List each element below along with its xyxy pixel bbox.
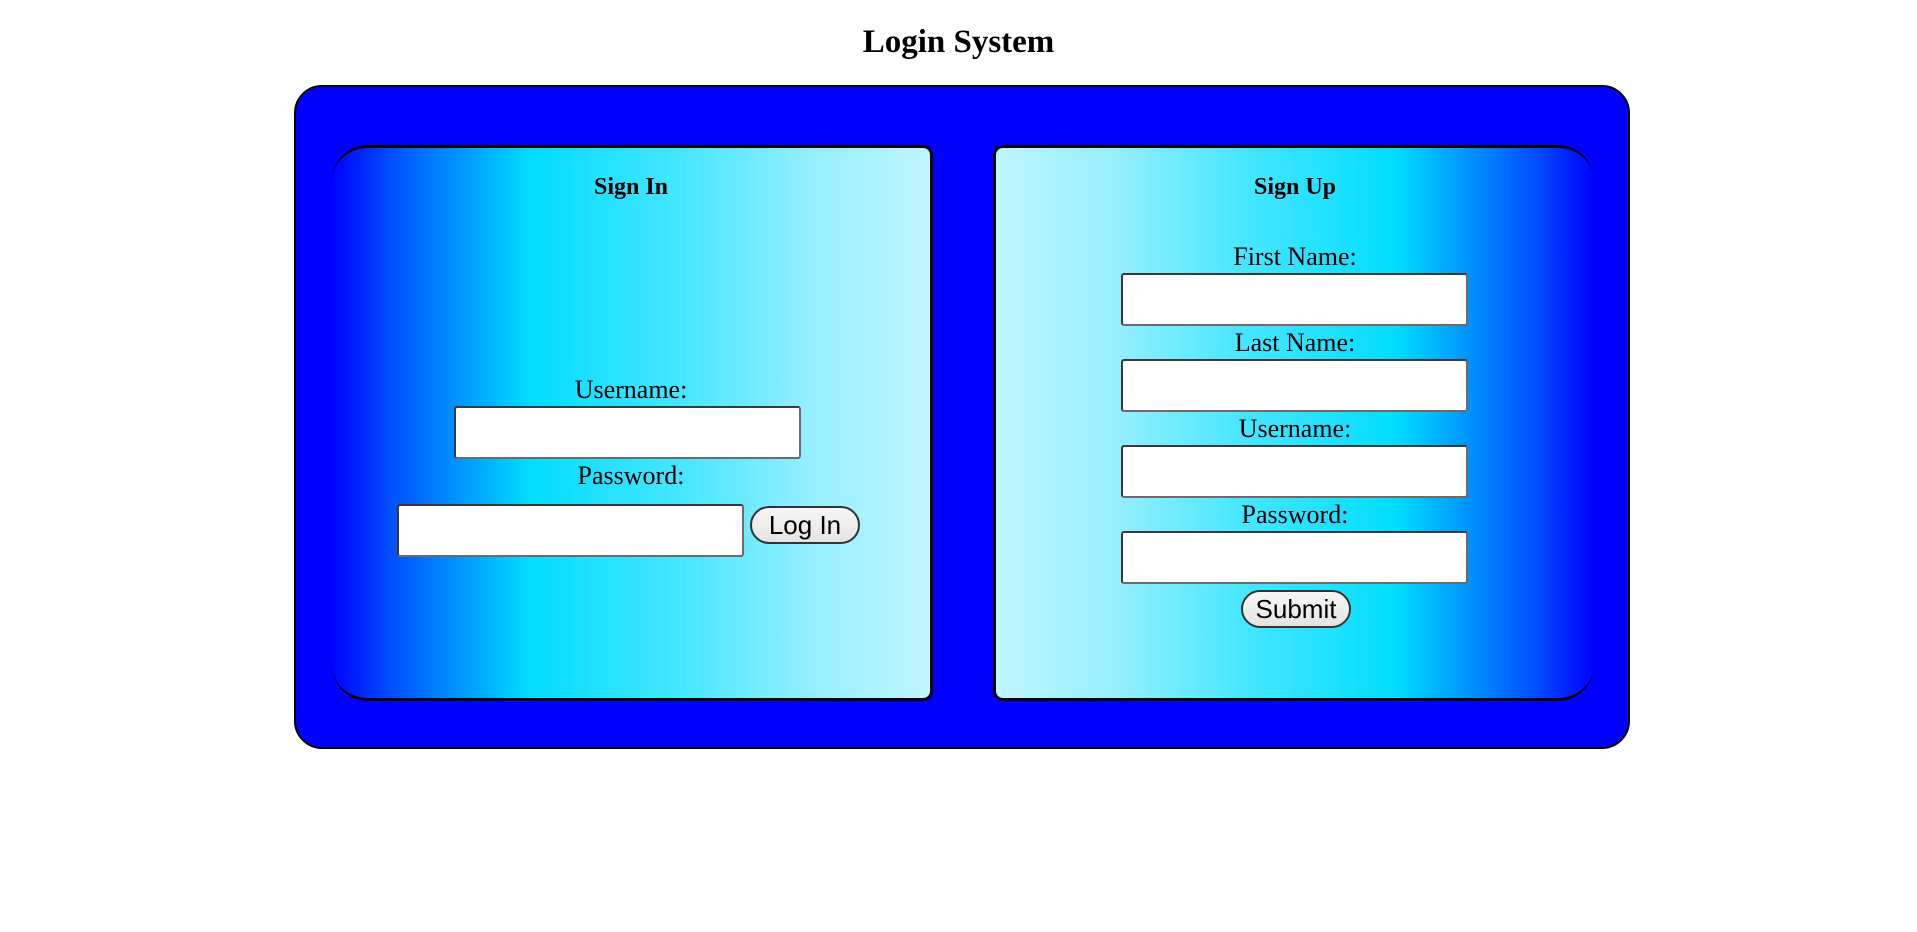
log-in-button[interactable]: Log In — [750, 506, 860, 544]
submit-button[interactable]: Submit — [1241, 590, 1351, 628]
sign-in-password-input[interactable] — [397, 504, 744, 557]
first-name-label: First Name: — [1233, 242, 1357, 271]
sign-up-username-label: Username: — [1238, 414, 1352, 443]
first-name-input[interactable] — [1121, 273, 1468, 326]
last-name-input[interactable] — [1121, 359, 1468, 412]
last-name-label: Last Name: — [1234, 328, 1356, 357]
sign-in-username-label: Username: — [574, 375, 688, 404]
login-container: Sign In Username: Password: Log In Sign … — [294, 85, 1630, 749]
sign-up-password-label: Password: — [1241, 500, 1349, 529]
sign-up-heading: Sign Up — [1253, 174, 1337, 200]
sign-in-username-input[interactable] — [454, 406, 801, 459]
sign-in-card: Sign In Username: Password: Log In — [332, 145, 933, 701]
sign-up-password-input[interactable] — [1121, 531, 1468, 584]
sign-in-password-label: Password: — [577, 461, 685, 490]
page-title: Login System — [862, 24, 1055, 60]
sign-up-username-input[interactable] — [1121, 445, 1468, 498]
sign-up-card: Sign Up First Name: Last Name: Username:… — [993, 145, 1594, 701]
sign-in-heading: Sign In — [593, 174, 669, 200]
